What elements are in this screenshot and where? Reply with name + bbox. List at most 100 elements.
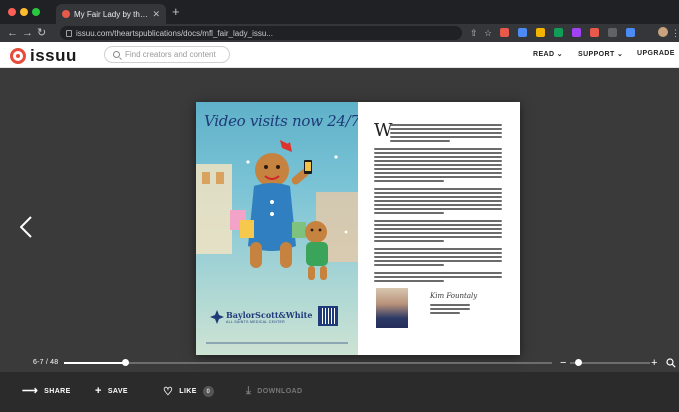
search-icon bbox=[113, 51, 120, 58]
letter-text-line bbox=[374, 200, 502, 202]
letter-text-line bbox=[374, 176, 502, 178]
share-icon: ⟶ bbox=[22, 385, 39, 397]
letter-text-line bbox=[374, 208, 502, 210]
minimize-window-button[interactable] bbox=[20, 8, 28, 16]
nav-support[interactable]: SUPPORT ⌄ bbox=[578, 50, 623, 58]
letter-text-line bbox=[390, 128, 502, 130]
search-input[interactable]: Find creators and content bbox=[104, 46, 230, 63]
issuu-logo[interactable]: issuu bbox=[10, 46, 77, 66]
new-tab-button[interactable]: + bbox=[172, 5, 180, 19]
letter-text-line bbox=[374, 148, 502, 150]
letter-text-line bbox=[374, 256, 502, 258]
letter-text-line bbox=[374, 188, 502, 190]
letter-text-line bbox=[374, 228, 502, 230]
ad-brand: BaylorScott&White bbox=[226, 310, 313, 320]
nav-read[interactable]: READ ⌄ bbox=[533, 50, 563, 58]
issuu-logo-icon bbox=[10, 48, 26, 64]
zoom-in-icon[interactable]: + bbox=[651, 357, 657, 369]
page-scrubber-handle[interactable] bbox=[122, 359, 129, 366]
reload-icon[interactable]: ↻ bbox=[37, 26, 46, 40]
maximize-window-button[interactable] bbox=[32, 8, 40, 16]
url-text: issuu.com/theartspublications/docs/mfl_f… bbox=[76, 28, 273, 38]
page-scrubber-fill bbox=[64, 362, 125, 364]
nav-read-label: READ bbox=[533, 51, 555, 58]
previous-page-icon[interactable] bbox=[20, 216, 32, 238]
site-header: issuu Find creators and content READ ⌄ S… bbox=[0, 42, 679, 68]
tab-title: My Fair Lady by theartspublications - is… bbox=[74, 9, 149, 19]
plus-icon: + bbox=[95, 385, 102, 397]
download-button[interactable]: ⤓ DOWNLOAD bbox=[246, 385, 303, 397]
extension-icon[interactable] bbox=[608, 28, 617, 37]
extension-icon[interactable] bbox=[518, 28, 527, 37]
forward-arrow-icon[interactable]: → bbox=[22, 26, 33, 40]
letter-text-line bbox=[390, 140, 450, 142]
extension-icon[interactable] bbox=[554, 28, 563, 37]
letter-text-line bbox=[374, 180, 444, 182]
download-icon: ⤓ bbox=[246, 385, 252, 397]
reader-action-bar: ⟶ SHARE + SAVE ♡ LIKE 0 ⤓ DOWNLOAD bbox=[0, 372, 679, 412]
save-button[interactable]: + SAVE bbox=[95, 385, 128, 397]
letter-text-line bbox=[430, 312, 460, 314]
letter-text-line bbox=[374, 240, 444, 242]
zoom-slider-handle[interactable] bbox=[575, 359, 582, 366]
letter-text-line bbox=[374, 220, 502, 222]
letter-text-line bbox=[374, 172, 502, 174]
share-label: SHARE bbox=[44, 387, 71, 395]
letter-text-line bbox=[374, 204, 502, 206]
profile-avatar[interactable] bbox=[658, 27, 668, 37]
letter-text-line bbox=[374, 276, 502, 278]
letter-text-line bbox=[374, 252, 502, 254]
browser-tab-bar: My Fair Lady by theartspublications - is… bbox=[0, 0, 679, 24]
qr-code bbox=[318, 306, 338, 326]
letter-text-line bbox=[374, 164, 502, 166]
share-button[interactable]: ⟶ SHARE bbox=[22, 385, 71, 397]
letter-text-line bbox=[430, 308, 470, 310]
letter-text-line bbox=[374, 232, 502, 234]
like-button[interactable]: ♡ LIKE 0 bbox=[163, 386, 214, 397]
letter-text-line bbox=[390, 136, 502, 138]
letter-text-line bbox=[374, 280, 444, 282]
zoom-slider[interactable] bbox=[570, 359, 650, 366]
lock-icon bbox=[66, 29, 72, 37]
download-label: DOWNLOAD bbox=[257, 387, 303, 395]
logo-text: issuu bbox=[30, 46, 77, 65]
save-label: SAVE bbox=[107, 387, 128, 395]
chevron-down-icon: ⌄ bbox=[556, 51, 564, 58]
zoom-out-icon[interactable]: − bbox=[560, 357, 566, 369]
right-page-letter: W Kim Fountaly bbox=[358, 102, 520, 355]
close-window-button[interactable] bbox=[8, 8, 16, 16]
letter-text-line bbox=[374, 260, 502, 262]
chevron-down-icon: ⌄ bbox=[617, 51, 624, 58]
baylor-star-logo-icon bbox=[210, 310, 224, 324]
ad-fine-print bbox=[206, 342, 348, 344]
share-page-icon[interactable]: ⇧ bbox=[470, 26, 478, 40]
letter-text-line bbox=[374, 168, 502, 170]
left-page-advertisement: Video visits now 24/7. BaylorScott&White… bbox=[196, 102, 358, 355]
magnifier-icon[interactable] bbox=[666, 358, 676, 368]
letter-text-line bbox=[374, 248, 502, 250]
letter-text-line bbox=[430, 304, 470, 306]
issuu-favicon-icon bbox=[62, 10, 70, 18]
back-arrow-icon[interactable]: ← bbox=[7, 26, 18, 40]
extension-icon[interactable] bbox=[590, 28, 599, 37]
letter-text-line bbox=[374, 272, 502, 274]
extension-icon[interactable] bbox=[572, 28, 581, 37]
bookmark-star-icon[interactable]: ☆ bbox=[484, 26, 492, 40]
page-scrubber[interactable] bbox=[64, 359, 552, 366]
extension-icon[interactable] bbox=[500, 28, 509, 37]
page-counter: 6-7 / 48 bbox=[33, 359, 59, 366]
letter-text-line bbox=[374, 152, 502, 154]
letter-text-line bbox=[374, 264, 444, 266]
nav-upgrade[interactable]: UPGRADE bbox=[637, 50, 675, 57]
magazine-spread[interactable]: Video visits now 24/7. BaylorScott&White… bbox=[196, 102, 520, 355]
letter-text-line bbox=[390, 132, 502, 134]
letter-text-line bbox=[390, 124, 502, 126]
browser-tab[interactable]: My Fair Lady by theartspublications - is… bbox=[56, 4, 166, 24]
like-count-badge: 0 bbox=[202, 386, 214, 397]
extension-icon[interactable] bbox=[626, 28, 635, 37]
extension-icon[interactable] bbox=[536, 28, 545, 37]
browser-menu-icon[interactable]: ⋮ bbox=[671, 26, 679, 40]
like-label: LIKE bbox=[179, 388, 197, 395]
address-bar[interactable]: issuu.com/theartspublications/docs/mfl_f… bbox=[60, 26, 462, 40]
close-tab-icon[interactable]: ✕ bbox=[152, 9, 160, 20]
